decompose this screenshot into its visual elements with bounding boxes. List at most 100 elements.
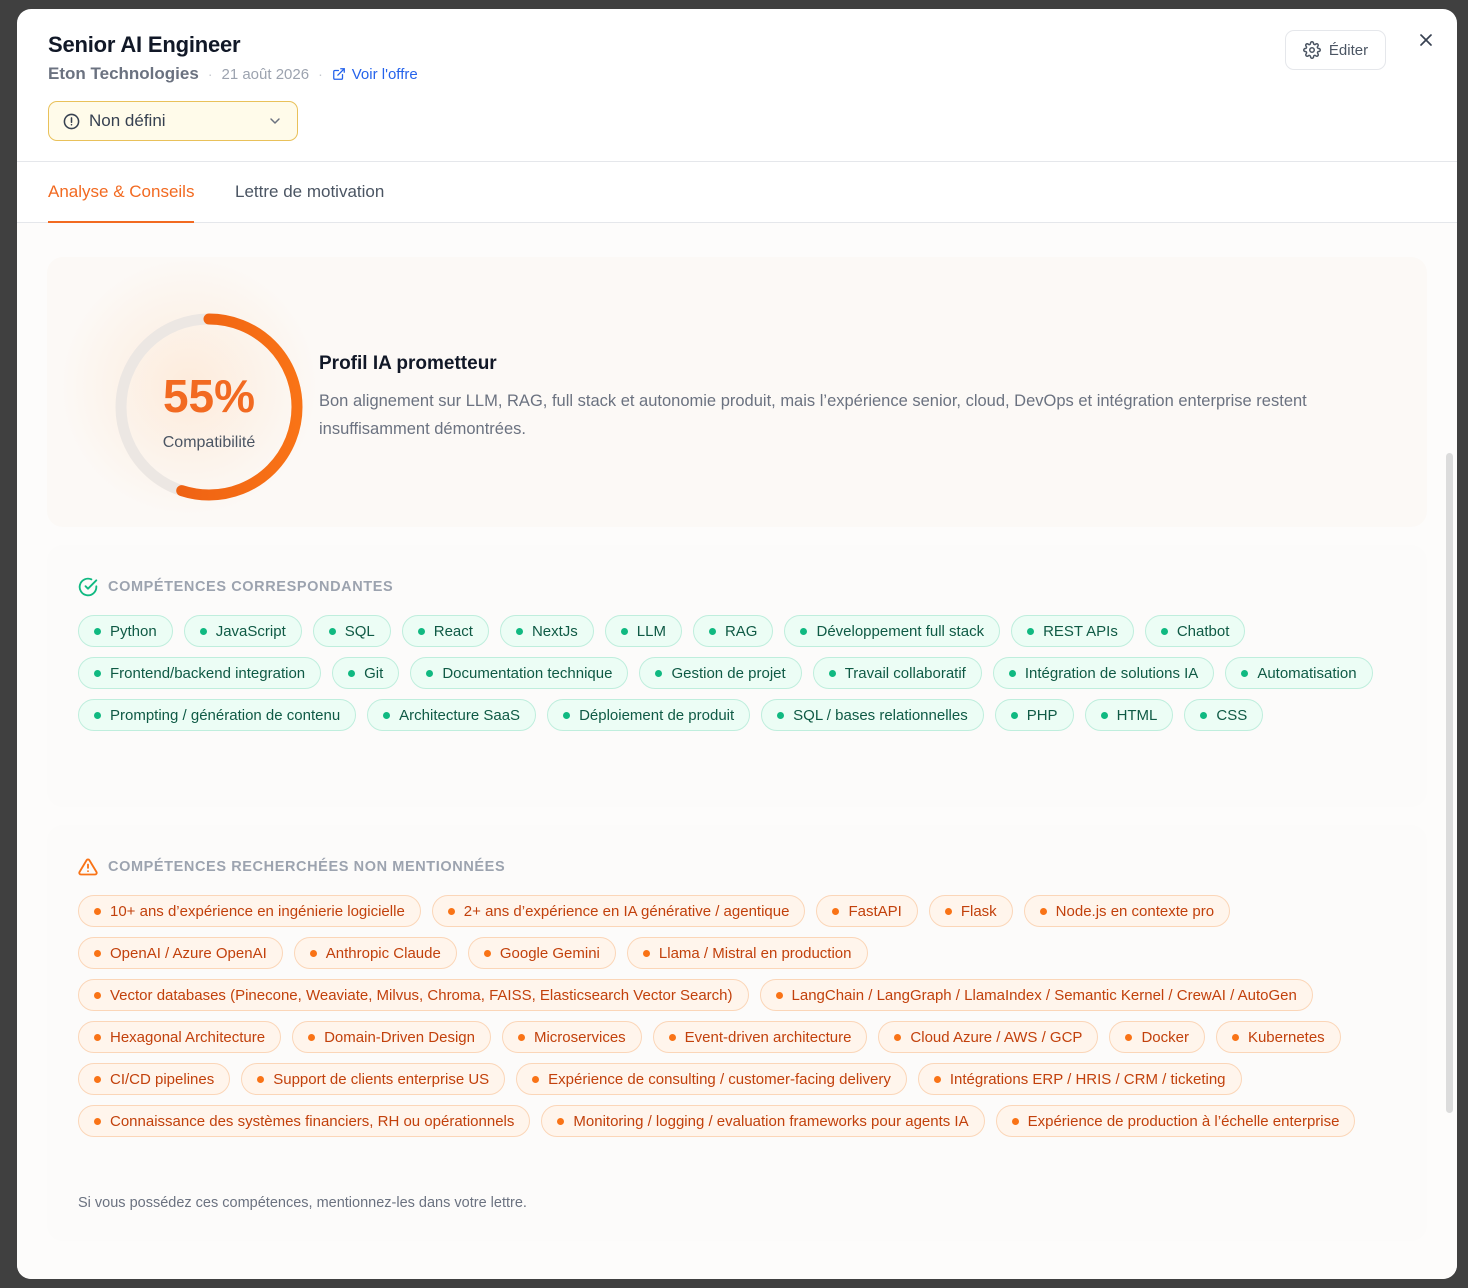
matching-skill-chip-label: Automatisation (1257, 664, 1357, 682)
matching-skill-chip: Travail collaboratif (812, 657, 982, 689)
external-link-icon (332, 68, 345, 80)
missing-skill-chip: Event-driven architecture (652, 1021, 868, 1053)
missing-skill-chip-label: Connaissance des systèmes financiers, RH… (110, 1112, 515, 1130)
bullet-dot (426, 669, 434, 677)
bullet-dot (800, 627, 808, 635)
missing-skill-chip-label: Support de clients enterprise US (273, 1070, 490, 1088)
matching-skill-chip: React (401, 615, 489, 647)
bullet-dot (94, 1117, 101, 1125)
matching-skill-chip-label: CSS (1216, 706, 1248, 724)
missing-skill-chip: Connaissance des systèmes financiers, RH… (78, 1105, 531, 1137)
missing-skill-chip: OpenAI / Azure OpenAI (78, 937, 283, 969)
missing-skill-chip: Intégrations ERP / HRIS / CRM / ticketin… (917, 1063, 1242, 1095)
status-select[interactable]: Non défini (48, 101, 298, 141)
job-date: 21 août 2026 (221, 65, 310, 83)
bullet-dot (1241, 669, 1249, 677)
missing-skill-chip-label: Cloud Azure / AWS / GCP (910, 1028, 1083, 1046)
matching-skill-chip-label: RAG (724, 622, 758, 640)
missing-skill-chip-label: Anthropic Claude (325, 944, 441, 962)
bullet-dot (199, 627, 207, 635)
bullet-dot (828, 669, 836, 677)
bullet-dot (1231, 1033, 1239, 1041)
matching-skill-chip: JavaScript (183, 615, 302, 647)
missing-skill-chip: Kubernetes (1215, 1021, 1341, 1053)
matching-skill-chip: SQL / bases relationnelles (761, 699, 984, 731)
company-name: Eton Technologies (48, 64, 199, 83)
tab-cover-letter[interactable]: Lettre de motivation (235, 182, 384, 202)
missing-skill-chip-label: Monitoring / logging / evaluation framew… (573, 1112, 969, 1130)
bullet-dot (563, 711, 571, 719)
missing-skill-chip-label: Node.js en contexte pro (1055, 902, 1215, 920)
matching-skill-chip: Déploiement de produit (547, 699, 751, 731)
bullet-dot (309, 949, 317, 957)
bullet-dot (1010, 711, 1018, 719)
view-offer-label: Voir l'offre (351, 65, 418, 83)
missing-skills-hint: Si vous possédez ces compétences, mentio… (78, 1195, 527, 1211)
bullet-dot (94, 711, 101, 719)
missing-skills-title: COMPÉTENCES RECHERCHÉES NON MENTIONNÉES (108, 859, 506, 875)
edit-button[interactable]: Éditer (1285, 30, 1386, 70)
missing-skills-list: 10+ ans d’expérience en ingénierie logic… (78, 895, 1398, 1137)
close-button[interactable] (1416, 30, 1436, 50)
matching-skill-chip-label: Git (364, 664, 384, 682)
matching-skill-chip: PHP (994, 699, 1074, 731)
missing-skill-chip-label: Domain-Driven Design (324, 1028, 475, 1046)
bullet-dot (94, 1033, 101, 1041)
bullet-dot (1125, 1033, 1133, 1041)
missing-skill-chip-label: Expérience de production à l’échelle ent… (1027, 1112, 1340, 1130)
matching-skill-chip-label: JavaScript (215, 622, 286, 640)
matching-skill-chip: SQL (312, 615, 391, 647)
bullet-dot (1008, 669, 1016, 677)
matching-skill-chip: Python (78, 615, 173, 647)
missing-skill-chip-label: Intégrations ERP / HRIS / CRM / ticketin… (949, 1070, 1226, 1088)
warning-triangle-icon (78, 858, 98, 876)
separator-dot: · (207, 66, 213, 82)
missing-skill-chip: 10+ ans d’expérience en ingénierie logic… (78, 895, 421, 927)
matching-skill-chip: HTML (1084, 699, 1174, 731)
missing-skill-chip: 2+ ans d’expérience en IA générative / a… (431, 895, 806, 927)
matching-skill-chip-label: Gestion de projet (671, 664, 786, 682)
modal-header: Senior AI Engineer Eton Technologies · 2… (17, 9, 1457, 162)
job-detail-modal: Senior AI Engineer Eton Technologies · 2… (17, 9, 1457, 1279)
bullet-dot (515, 627, 523, 635)
missing-skill-chip-label: Kubernetes (1247, 1028, 1325, 1046)
missing-skill-chip: LangChain / LangGraph / LlamaIndex / Sem… (759, 979, 1313, 1011)
bullet-dot (557, 1117, 565, 1125)
bullet-dot (1011, 1117, 1019, 1125)
missing-skill-chip: FastAPI (816, 895, 918, 927)
matching-skill-chip-label: REST APIs (1043, 622, 1118, 640)
tab-analysis[interactable]: Analyse & Conseils (48, 182, 195, 223)
close-icon (1420, 34, 1432, 46)
bullet-dot (257, 1075, 265, 1083)
missing-skill-chip-label: Microservices (533, 1028, 626, 1046)
bullet-dot (708, 627, 716, 635)
bullet-dot (1039, 907, 1047, 915)
matching-skill-chip: RAG (692, 615, 774, 647)
matching-skill-chip: Documentation technique (410, 657, 629, 689)
missing-skill-chip-label: Google Gemini (499, 944, 600, 962)
view-offer-link[interactable]: Voir l'offre (332, 66, 418, 83)
content-scrollbar[interactable] (1446, 453, 1453, 1113)
analysis-panel: 55% Compatibilité Profil IA prometteur B… (17, 223, 1457, 1279)
bullet-dot (777, 711, 785, 719)
matching-skill-chip: Développement full stack (784, 615, 1001, 647)
matching-skill-chip-label: Prompting / génération de contenu (110, 706, 341, 724)
missing-skill-chip: Expérience de production à l’échelle ent… (995, 1105, 1356, 1137)
missing-skill-chip-label: CI/CD pipelines (110, 1070, 215, 1088)
compatibility-label: Compatibilité (162, 434, 256, 451)
missing-skill-chip: Vector databases (Pinecone, Weaviate, Mi… (78, 979, 749, 1011)
missing-skill-chip-label: Hexagonal Architecture (110, 1028, 266, 1046)
matching-skill-chip-label: Travail collaboratif (844, 664, 966, 682)
bullet-dot (668, 1033, 676, 1041)
matching-skill-chip-label: Frontend/backend integration (110, 664, 306, 682)
bullet-dot (642, 949, 650, 957)
matching-skill-chip: Frontend/backend integration (78, 657, 322, 689)
edit-button-label: Éditer (1328, 41, 1369, 59)
missing-skill-chip: Expérience de consulting / customer-faci… (516, 1063, 907, 1095)
matching-skill-chip-label: Développement full stack (816, 622, 985, 640)
matching-skill-chip: Gestion de projet (639, 657, 802, 689)
missing-skills-header: COMPÉTENCES RECHERCHÉES NON MENTIONNÉES (78, 857, 505, 877)
bullet-dot (94, 991, 101, 999)
bullet-dot (348, 669, 356, 677)
matching-skill-chip-label: SQL (344, 622, 375, 640)
